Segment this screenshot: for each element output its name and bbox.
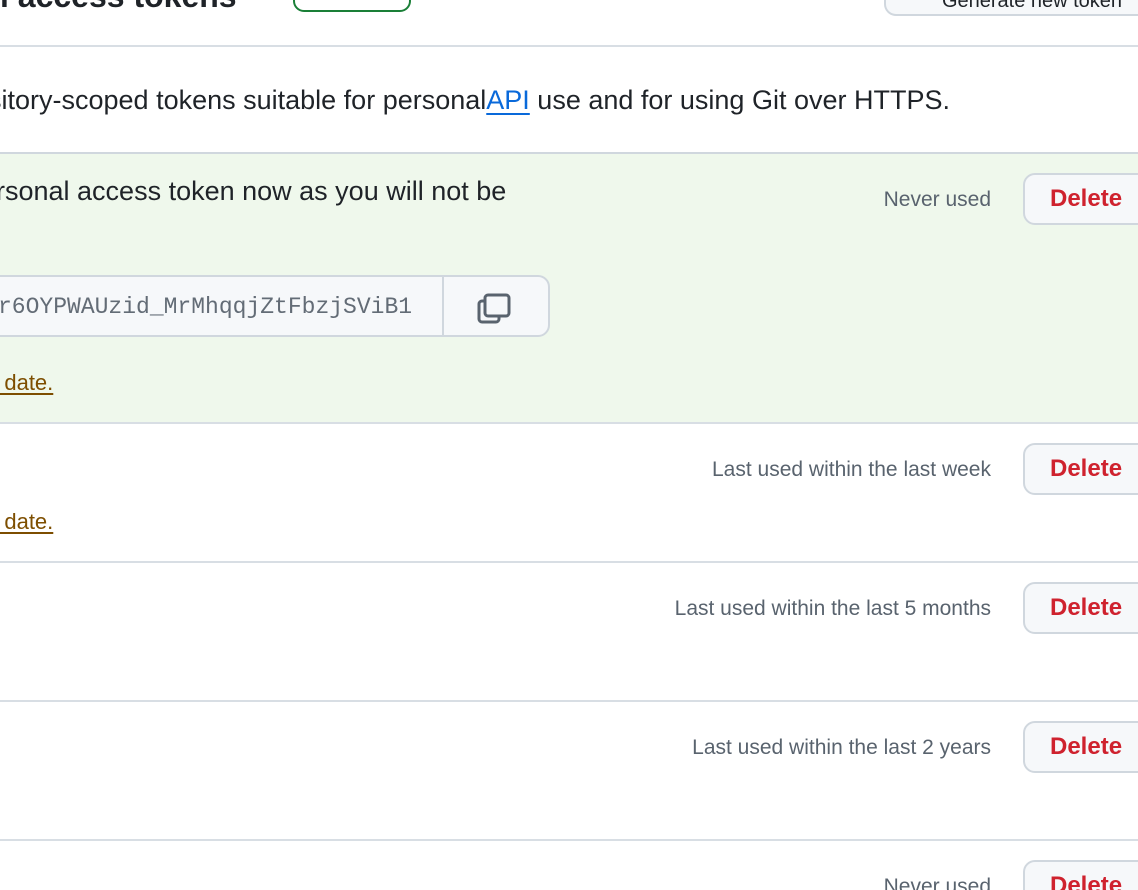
token-status: Last used within the last 2 years [692, 736, 991, 759]
copy-warning-message: rsonal access token now as you will not … [0, 176, 507, 206]
token-row: Last used within the last 5 months Delet… [0, 561, 1138, 702]
token-status: Last used within the last week [712, 458, 991, 481]
token-row-new: rsonal access token now as you will not … [0, 152, 1138, 424]
delete-button[interactable]: Delete [1023, 173, 1138, 225]
token-row: Last used within the last week Delete n … [0, 422, 1138, 563]
token-status: Never used [883, 188, 991, 211]
token-value: r6OYPWAUzid_MrMhqqjZtFbzjSViB1 [0, 294, 413, 320]
delete-button[interactable]: Delete [1023, 582, 1138, 634]
delete-button[interactable]: Delete [1023, 721, 1138, 773]
token-status: Last used within the last 5 months [674, 597, 991, 620]
api-link[interactable]: API [486, 85, 530, 115]
page-header: l access tokens Generate new token [0, 0, 1138, 47]
token-row: Never used Delete [0, 839, 1138, 890]
page-description: sitory-scoped tokens suitable for person… [0, 84, 1138, 116]
token-row: Last used within the last 2 years Delete [0, 700, 1138, 841]
beta-badge [293, 0, 411, 12]
generate-token-button[interactable]: Generate new token [884, 0, 1138, 16]
copy-icon [477, 293, 511, 324]
page-title: l access tokens [0, 0, 237, 15]
copy-token-button[interactable] [442, 275, 550, 337]
expiration-link[interactable]: n date. [0, 370, 53, 396]
delete-button[interactable]: Delete [1023, 443, 1138, 495]
delete-button[interactable]: Delete [1023, 860, 1138, 890]
token-value-field[interactable]: r6OYPWAUzid_MrMhqqjZtFbzjSViB1 [0, 275, 444, 337]
token-status: Never used [883, 875, 991, 890]
description-text: sitory-scoped tokens suitable for person… [0, 85, 487, 115]
expiration-link[interactable]: n date. [0, 509, 53, 535]
description-text-tail: use and for using Git over HTTPS. [529, 85, 950, 115]
